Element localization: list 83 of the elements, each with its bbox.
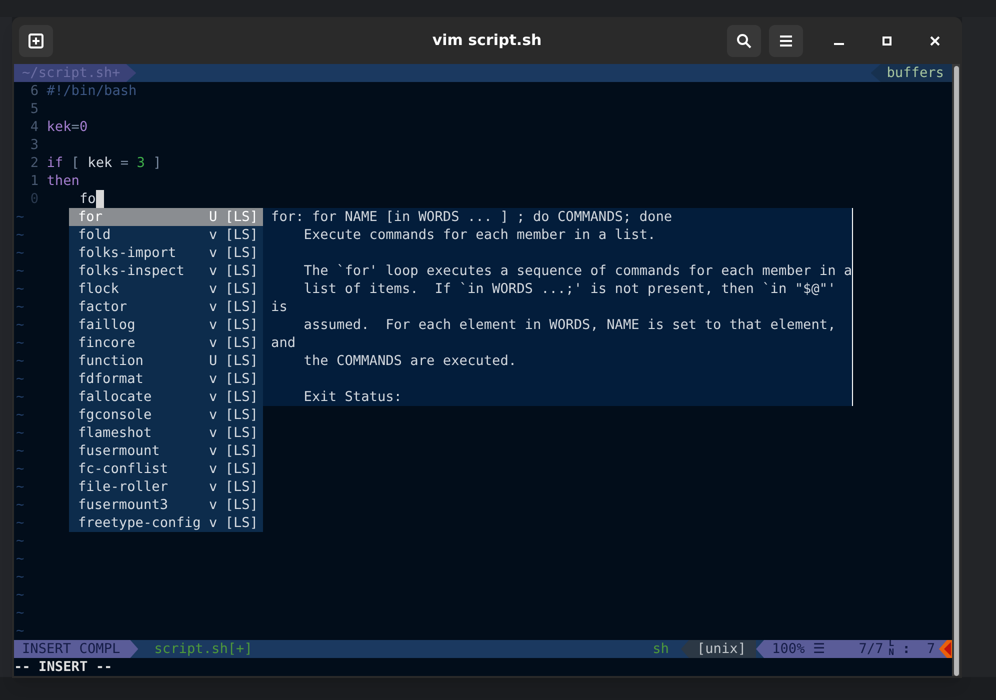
completion-item[interactable]: flock v [LS] [69, 280, 264, 298]
completion-item[interactable]: fc-conflist v [LS] [69, 460, 264, 478]
window-title: vim script.sh [432, 30, 542, 52]
completion-item[interactable]: flameshot v [LS] [69, 424, 264, 442]
close-icon [930, 36, 940, 46]
separator-label: : [902, 640, 910, 658]
command-line: -- INSERT -- [14, 658, 112, 676]
documentation-text: is [271, 298, 288, 316]
completion-item[interactable]: fusermount v [LS] [69, 442, 264, 460]
empty-line-marker: ~ [15, 622, 24, 640]
completion-item[interactable]: file-roller v [LS] [69, 478, 264, 496]
empty-line-marker: ~ [15, 388, 24, 406]
empty-line-marker: ~ [15, 568, 24, 586]
buffers-label: buffers [870, 64, 952, 82]
documentation-text: Exit Status: [302, 388, 402, 406]
search-icon [736, 32, 752, 48]
line-number: 4 [29, 118, 39, 136]
empty-line-marker: ~ [15, 352, 24, 370]
file-name: script.sh[+] [154, 640, 252, 658]
search-button[interactable] [727, 24, 761, 56]
code-line: fo [78, 190, 96, 208]
empty-line-marker: ~ [15, 244, 24, 262]
menu-button[interactable] [769, 24, 803, 56]
empty-line-marker: ~ [15, 298, 24, 316]
code-line: then [46, 172, 80, 190]
menu-icon [779, 34, 793, 48]
documentation-text: The `for' loop executes a sequence of commands for each member in a [302, 262, 852, 280]
completion-item[interactable]: fusermount3 v [LS] [69, 496, 264, 514]
empty-line-marker: ~ [15, 532, 24, 550]
empty-line-marker: ~ [15, 442, 24, 460]
documentation-text: Execute commands for each member in a list. [302, 226, 656, 244]
completion-item[interactable]: factor v [LS] [69, 298, 264, 316]
completion-item[interactable]: fallocate v [LS] [69, 388, 264, 406]
empty-line-marker: ~ [15, 424, 24, 442]
documentation-text: the COMMANDS are executed. [302, 352, 517, 370]
maximize-icon [882, 36, 892, 46]
new-tab-button[interactable] [19, 24, 53, 56]
completion-item[interactable]: fgconsole v [LS] [69, 406, 264, 424]
code-line: #!/bin/bash [46, 82, 137, 100]
minimize-icon [834, 42, 844, 44]
empty-line-marker: ~ [15, 460, 24, 478]
empty-line-marker: ~ [15, 604, 24, 622]
completion-item[interactable]: folks-import v [LS] [69, 244, 264, 262]
line-number: 5 [29, 100, 39, 118]
file-format: [unix] [680, 640, 756, 658]
empty-line-marker: ~ [15, 226, 24, 244]
empty-line-marker: ~ [15, 586, 24, 604]
column-label: 7 [926, 640, 935, 658]
line-number: 2 [29, 154, 39, 172]
documentation-text: and [271, 334, 296, 352]
file-type: sh [652, 640, 670, 658]
empty-line-marker: ~ [15, 370, 24, 388]
documentation-text: for: for NAME [in WORDS ... ] ; do COMMANDS; done [271, 208, 672, 226]
empty-line-marker: ~ [15, 334, 24, 352]
line-number: 1 [29, 172, 39, 190]
completion-item[interactable]: folks-inspect v [LS] [69, 262, 264, 280]
empty-line-marker: ~ [15, 496, 24, 514]
completion-item[interactable]: fold v [LS] [69, 226, 264, 244]
documentation-text: assumed. For each element in WORDS, NAME is set to that element, [302, 316, 836, 334]
mode-indicator: INSERT COMPL [14, 640, 138, 658]
empty-line-marker: ~ [15, 208, 24, 226]
percent-glyph: ☰ [812, 640, 826, 658]
position-label: 7/7 [858, 640, 884, 658]
empty-line-marker: ~ [15, 316, 24, 334]
empty-line-marker: ~ [15, 514, 24, 532]
empty-line-marker: ~ [15, 280, 24, 298]
completion-item[interactable]: fdformat v [LS] [69, 370, 264, 388]
completion-item[interactable]: freetype-config v [LS] [69, 514, 264, 532]
completion-item[interactable]: fincore v [LS] [69, 334, 264, 352]
empty-line-marker: ~ [15, 550, 24, 568]
percent-label: 100% [772, 640, 805, 658]
documentation-text: list of items. If `in WORDS ...;' is not present, then `in "$@"' [302, 280, 836, 298]
empty-line-marker: ~ [15, 262, 24, 280]
empty-line-marker: ~ [15, 478, 24, 496]
text-cursor [96, 190, 104, 208]
code-line: kek=0 [46, 118, 88, 136]
empty-line-marker: ~ [15, 406, 24, 424]
line-number: 3 [29, 136, 39, 154]
new-tab-icon [28, 32, 44, 48]
line-number: 6 [29, 82, 39, 100]
code-line: if [ kek = 3 ] [46, 154, 162, 172]
completion-item[interactable]: faillog v [LS] [69, 316, 264, 334]
completion-item[interactable]: function U [LS] [69, 352, 264, 370]
